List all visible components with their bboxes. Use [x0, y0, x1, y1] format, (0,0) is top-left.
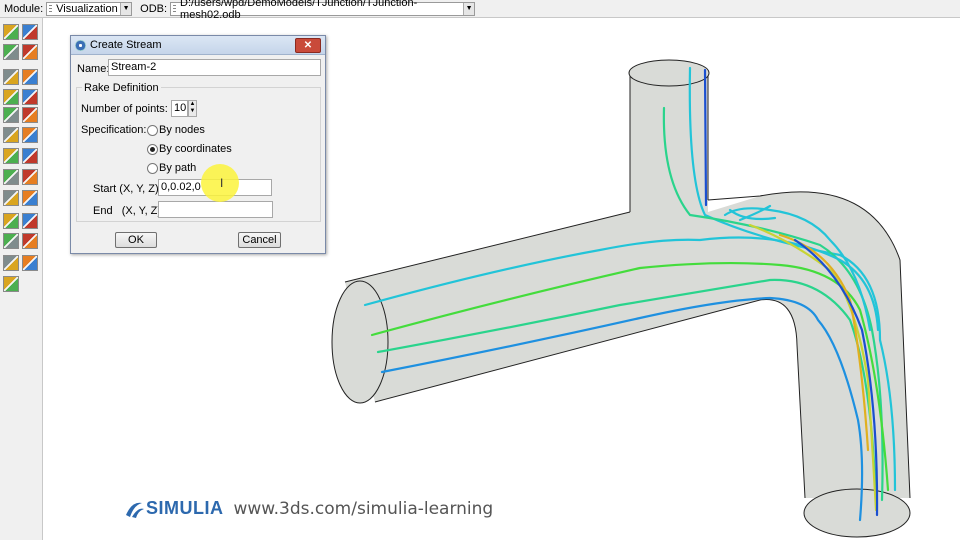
dialog-title: Create Stream — [90, 39, 162, 51]
spin-up-icon[interactable]: ▲ — [190, 101, 196, 107]
end-label: End (X, Y, Z): — [93, 205, 165, 217]
num-points-label: Number of points: — [81, 103, 168, 115]
pipe-left-face — [331, 280, 389, 404]
stream-icon[interactable] — [22, 148, 38, 164]
watermark: SIMULIA www.3ds.com/simulia-learning — [124, 498, 493, 519]
chevron-down-icon[interactable]: ▼ — [463, 2, 475, 15]
xy-plot-icon[interactable] — [22, 127, 38, 143]
tool-icon[interactable] — [3, 276, 19, 292]
ok-button[interactable]: OK — [115, 232, 157, 248]
module-combo-value: Visualization — [56, 2, 118, 15]
brand-name: SIMULIA — [146, 498, 224, 518]
ply-stack-icon[interactable] — [3, 255, 19, 271]
num-points-field[interactable]: 10 — [171, 100, 188, 117]
odb-label: ODB: — [140, 2, 168, 15]
start-label: Start (X, Y, Z): — [93, 183, 162, 195]
view-cut-icon[interactable] — [3, 190, 19, 206]
module-combo[interactable]: Visualization ▼ — [46, 1, 133, 16]
rake-definition-title: Rake Definition — [82, 82, 161, 94]
xy-data-icon[interactable] — [3, 127, 19, 143]
end-field[interactable] — [158, 201, 273, 218]
pipe-inlet-face — [628, 59, 710, 87]
module-label: Module: — [4, 2, 44, 15]
contour-icon[interactable] — [3, 69, 19, 85]
grip-icon — [49, 4, 53, 14]
name-field[interactable]: Stream-2 — [108, 59, 321, 76]
radio-by-coordinates-label[interactable]: By coordinates — [159, 143, 232, 155]
radio-by-coordinates[interactable] — [147, 144, 158, 155]
section-points-icon[interactable] — [3, 24, 19, 40]
cancel-button[interactable]: Cancel — [238, 232, 281, 248]
free-body-icon[interactable] — [3, 169, 19, 185]
pipe-main-body — [345, 191, 910, 498]
plot-undeformed-icon[interactable] — [3, 44, 19, 60]
path-icon[interactable] — [3, 148, 19, 164]
replace-selected-icon[interactable] — [3, 233, 19, 249]
context-bar: Module: Visualization ▼ ODB: D:/users/wp… — [0, 0, 960, 21]
text-cursor-icon: I — [220, 176, 224, 190]
radio-by-path[interactable] — [147, 163, 158, 174]
toolbox — [0, 18, 43, 540]
abaqus-logo-icon — [75, 39, 86, 51]
chevron-down-icon[interactable]: ▼ — [120, 2, 132, 15]
animate-harmonic-icon[interactable] — [22, 107, 38, 123]
streamline — [703, 68, 708, 207]
grip-icon — [173, 4, 177, 14]
color-code-icon[interactable] — [22, 255, 38, 271]
symbol-icon[interactable] — [22, 69, 38, 85]
create-stream-dialog: Create Stream ✕ Name: Stream-2 Rake Defi… — [70, 35, 326, 254]
name-label: Name: — [77, 63, 110, 75]
overlay-icon[interactable] — [22, 190, 38, 206]
dialog-titlebar[interactable]: Create Stream ✕ — [71, 36, 325, 55]
radio-by-nodes-label[interactable]: By nodes — [159, 124, 205, 136]
display-group-icon[interactable] — [22, 169, 38, 185]
query-icon[interactable] — [22, 213, 38, 229]
radio-by-path-label[interactable]: By path — [159, 162, 196, 174]
plot-allow-multiple-icon[interactable] — [22, 89, 38, 105]
num-points-spinner[interactable]: ▲ ▼ — [188, 100, 197, 117]
viewport-icon[interactable] — [22, 24, 38, 40]
radio-by-nodes[interactable] — [147, 125, 158, 136]
specification-label: Specification: — [81, 124, 147, 136]
deformed-icon[interactable] — [22, 44, 38, 60]
learning-url: www.3ds.com/simulia-learning — [233, 498, 494, 519]
material-orientation-icon[interactable] — [3, 89, 19, 105]
probe-icon[interactable] — [3, 213, 19, 229]
create-display-group-icon[interactable] — [22, 233, 38, 249]
pipe-outlet-face — [803, 488, 911, 538]
3ds-logo-icon — [126, 502, 144, 518]
spin-down-icon[interactable]: ▼ — [190, 108, 196, 114]
animate-icon[interactable] — [3, 107, 19, 123]
odb-combo[interactable]: D:/users/wpd/DemoModels/TJunction/TJunct… — [170, 0, 476, 21]
close-button[interactable]: ✕ — [295, 38, 321, 53]
